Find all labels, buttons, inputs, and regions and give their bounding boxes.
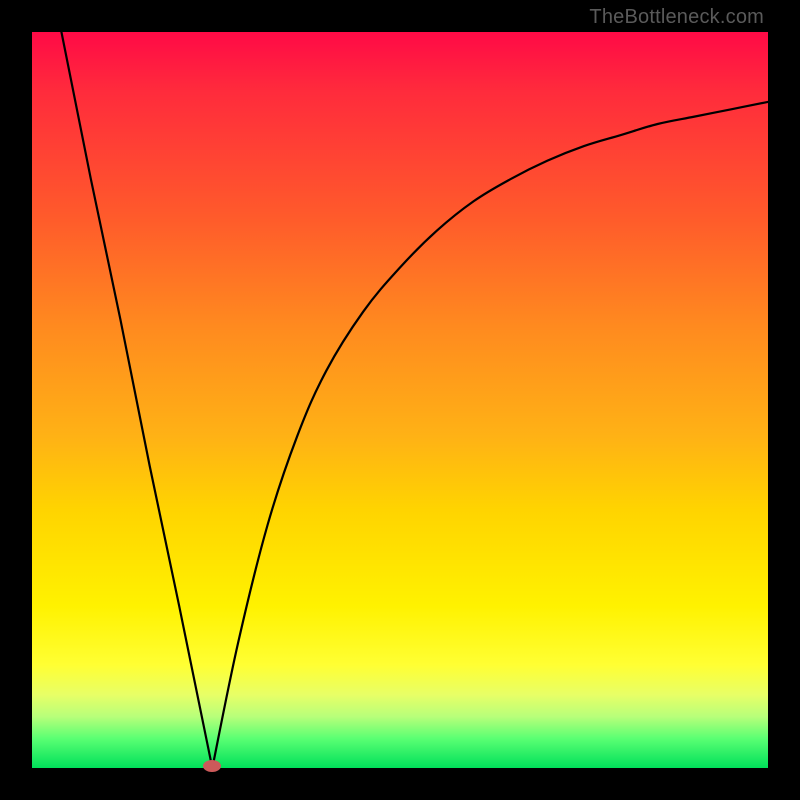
chart-frame: TheBottleneck.com: [0, 0, 800, 800]
attribution-label: TheBottleneck.com: [589, 6, 764, 29]
bottleneck-curve: [32, 32, 768, 768]
curve-right-branch: [212, 102, 768, 768]
minimum-marker: [203, 760, 221, 772]
plot-area: [32, 32, 768, 768]
curve-left-branch: [61, 32, 212, 768]
